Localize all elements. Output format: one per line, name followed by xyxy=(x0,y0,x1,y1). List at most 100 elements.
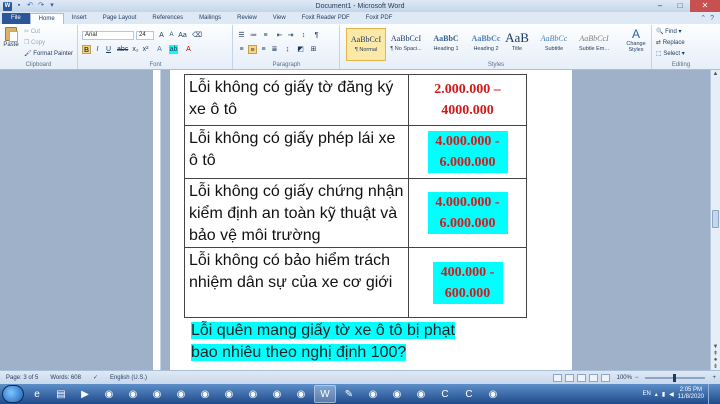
decrease-indent-icon[interactable]: ⇤ xyxy=(275,31,284,40)
bold-button[interactable]: B xyxy=(82,45,91,54)
maximize-button[interactable]: □ xyxy=(670,0,690,12)
file-explorer-icon[interactable]: ▤ xyxy=(50,385,72,403)
align-left-icon[interactable]: ≡ xyxy=(237,45,246,54)
table-cell-violation[interactable]: Lỗi không có giấy phép lái xe ô tô xyxy=(184,126,409,179)
chrome-icon[interactable]: ◉ xyxy=(122,385,144,403)
style-subtitle[interactable]: AaBbCc Subtitle xyxy=(534,28,574,61)
text-effects-icon[interactable]: A xyxy=(155,45,164,54)
minimize-button[interactable]: – xyxy=(650,0,670,12)
shrink-font-icon[interactable]: A xyxy=(167,31,176,40)
zoom-slider[interactable] xyxy=(645,373,706,382)
font-color-icon[interactable]: A xyxy=(184,45,193,54)
proofing-icon[interactable]: ✓ xyxy=(87,374,104,381)
word-count[interactable]: Words: 608 xyxy=(44,375,87,381)
chrome-icon[interactable]: ◉ xyxy=(266,385,288,403)
font-name-field[interactable]: Arial xyxy=(82,31,134,40)
table-cell-violation[interactable]: Lỗi không có giấy tờ đăng ký xe ô tô xyxy=(184,75,409,126)
page-count[interactable]: Page: 3 of 5 xyxy=(0,375,44,381)
tab-review[interactable]: Review xyxy=(229,13,265,24)
network-icon[interactable]: ▮ xyxy=(662,391,665,398)
chrome-icon[interactable]: ◉ xyxy=(410,385,432,403)
chrome-icon[interactable]: ◉ xyxy=(386,385,408,403)
center-icon[interactable]: ≡ xyxy=(248,45,257,54)
table-cell-fine[interactable]: 4.000.000 - 6.000.000 xyxy=(408,126,527,179)
chrome-icon[interactable]: ◉ xyxy=(482,385,504,403)
highlight-color-icon[interactable]: ab xyxy=(169,45,178,54)
style-heading-1[interactable]: AaBbC Heading 1 xyxy=(426,28,466,61)
table-cell-fine[interactable]: 2.000.000 – 4000.000 xyxy=(408,75,527,126)
subscript-button[interactable]: x₂ xyxy=(131,45,140,54)
scroll-up-icon[interactable]: ▲ xyxy=(711,70,720,79)
underline-button[interactable]: U xyxy=(104,45,113,54)
tab-mailings[interactable]: Mailings xyxy=(191,13,229,24)
table-cell-violation[interactable]: Lỗi không có bảo hiểm trách nhiệm dân sự… xyxy=(184,248,409,318)
tab-file[interactable]: File xyxy=(2,13,30,24)
table-cell-violation[interactable]: Lỗi không có giấy chứng nhận kiểm định a… xyxy=(184,179,409,248)
language-indicator[interactable]: EN xyxy=(642,391,650,397)
scroll-down-icon[interactable]: ▼ ⇞ ● ⇟ xyxy=(711,344,720,370)
chrome-icon[interactable]: ◉ xyxy=(242,385,264,403)
table-cell-fine[interactable]: 4.000.000 - 6.000.000 xyxy=(408,179,527,248)
bullets-icon[interactable]: ☰ xyxy=(237,31,246,40)
chrome-icon[interactable]: ◉ xyxy=(146,385,168,403)
select-button[interactable]: ⬚ Select ▾ xyxy=(656,50,685,58)
line-spacing-icon[interactable]: ↨ xyxy=(283,45,292,54)
borders-icon[interactable]: ⊞ xyxy=(309,45,318,54)
camtasia-icon[interactable]: C xyxy=(434,385,456,403)
chrome-icon[interactable]: ◉ xyxy=(98,385,120,403)
replace-button[interactable]: ⇄ Replace xyxy=(656,39,685,47)
media-player-icon[interactable]: ▶ xyxy=(74,385,96,403)
tab-page-layout[interactable]: Page Layout xyxy=(95,13,145,24)
font-size-field[interactable]: 24 xyxy=(136,31,154,40)
scroll-thumb[interactable] xyxy=(712,210,719,228)
change-case-icon[interactable]: Aa xyxy=(178,31,187,40)
show-desktop-button[interactable] xyxy=(708,384,716,404)
strikethrough-button[interactable]: abc xyxy=(117,45,128,54)
word-taskbar-icon[interactable]: W xyxy=(314,385,336,403)
draft-view-icon[interactable] xyxy=(600,373,610,382)
find-button[interactable]: 🔍 Find ▾ xyxy=(656,28,682,36)
chrome-icon[interactable]: ◉ xyxy=(170,385,192,403)
cut-button[interactable]: ✂ Cut xyxy=(24,28,40,36)
tab-foxit-pdf[interactable]: Foxit PDF xyxy=(358,13,401,24)
clear-formatting-icon[interactable]: ⌫ xyxy=(192,31,202,40)
chrome-icon[interactable]: ◉ xyxy=(218,385,240,403)
multilevel-list-icon[interactable]: ≡ xyxy=(261,31,270,40)
sort-icon[interactable]: ↕ xyxy=(299,31,308,40)
tab-home[interactable]: Home xyxy=(29,13,64,24)
print-layout-view-icon[interactable] xyxy=(552,373,562,382)
vertical-scrollbar[interactable]: ▲ ▼ ⇞ ● ⇟ xyxy=(710,70,720,370)
minimize-ribbon-icon[interactable]: ⌃ xyxy=(700,13,706,24)
style-normal[interactable]: AaBbCcI ¶ Normal xyxy=(346,28,386,61)
style-no-spacing[interactable]: AaBbCcI ¶ No Spaci... xyxy=(386,28,426,61)
change-styles-button[interactable]: A Change Styles xyxy=(623,27,649,53)
start-button[interactable] xyxy=(2,385,24,403)
tab-insert[interactable]: Insert xyxy=(64,13,95,24)
align-right-icon[interactable]: ≡ xyxy=(259,45,268,54)
tab-references[interactable]: References xyxy=(144,13,191,24)
chrome-icon[interactable]: ◉ xyxy=(194,385,216,403)
italic-button[interactable]: I xyxy=(93,45,102,54)
justify-icon[interactable]: ≣ xyxy=(270,45,279,54)
numbering-icon[interactable]: ≔ xyxy=(249,31,258,40)
zoom-out-icon[interactable]: − xyxy=(635,375,639,381)
tab-view[interactable]: View xyxy=(265,13,294,24)
language-indicator[interactable]: English (U.S.) xyxy=(104,375,153,381)
chrome-icon[interactable]: ◉ xyxy=(290,385,312,403)
tray-arrow-icon[interactable]: ▴ xyxy=(655,391,658,398)
style-heading-2[interactable]: AaBbCc Heading 2 xyxy=(466,28,506,61)
web-layout-view-icon[interactable] xyxy=(576,373,586,382)
internet-explorer-icon[interactable]: e xyxy=(26,385,48,403)
paste-button[interactable]: Paste xyxy=(3,27,19,53)
zoom-in-icon[interactable]: + xyxy=(712,375,716,381)
tab-foxit-reader-pdf[interactable]: Foxit Reader PDF xyxy=(294,13,358,24)
shading-icon[interactable]: ◩ xyxy=(296,45,305,54)
show-hide-icon[interactable]: ¶ xyxy=(312,31,321,40)
style-subtle-emphasis[interactable]: AaBbCcI Subtle Em... xyxy=(574,28,614,61)
camtasia-recorder-icon[interactable]: C xyxy=(458,385,480,403)
document-page[interactable]: Lỗi không có giấy tờ đăng ký xe ô tô 2.0… xyxy=(170,70,572,370)
full-screen-view-icon[interactable] xyxy=(564,373,574,382)
grow-font-icon[interactable]: A xyxy=(157,31,166,40)
clock[interactable]: 2:05 PM 11/8/2020 xyxy=(678,387,704,401)
increase-indent-icon[interactable]: ⇥ xyxy=(286,31,295,40)
